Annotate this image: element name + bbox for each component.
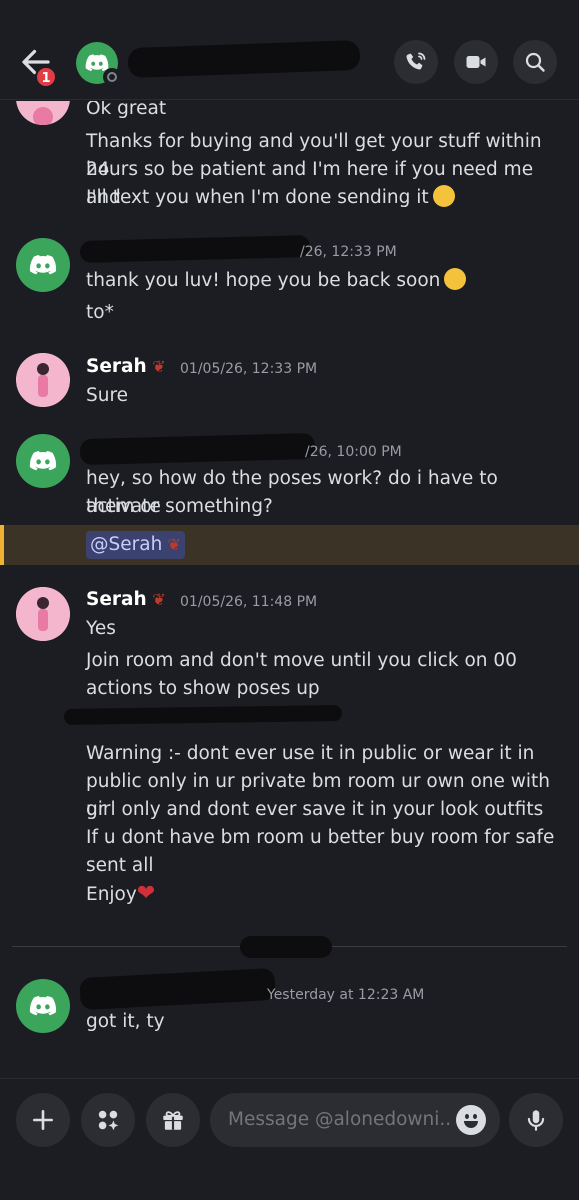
- user-mention[interactable]: @Serah ❦: [86, 531, 185, 559]
- message-composer: [0, 1078, 579, 1200]
- message-line: Enjoy❤: [86, 881, 156, 906]
- discord-logo-icon: [29, 451, 57, 471]
- message-line: Sure: [86, 385, 129, 406]
- search-icon: [525, 52, 545, 72]
- video-icon: [466, 56, 486, 68]
- rose-icon: ❦: [162, 535, 181, 554]
- serah-avatar-image: [16, 101, 70, 125]
- apps-button[interactable]: [81, 1093, 135, 1147]
- message-line: got it, ty: [86, 1011, 165, 1032]
- status-indicator: [103, 68, 121, 86]
- message-line: I'll text you when I'm done sending it: [86, 184, 566, 212]
- call-button[interactable]: [394, 40, 438, 84]
- message-line: them or something?: [86, 496, 273, 517]
- message-timestamp: /26, 12:33 PM: [300, 244, 397, 260]
- add-attachment-button[interactable]: [16, 1093, 70, 1147]
- avatar[interactable]: [16, 979, 70, 1033]
- message-username[interactable]: Serah ❦: [86, 356, 166, 377]
- discord-logo-icon: [29, 255, 57, 275]
- rose-icon: ❦: [146, 590, 166, 609]
- avatar[interactable]: [16, 238, 70, 292]
- message-timestamp: /26, 10:00 PM: [305, 444, 402, 460]
- message-timestamp: 01/05/26, 12:33 PM: [180, 361, 318, 377]
- smile-emoji-icon: [432, 185, 455, 207]
- plus-icon: [33, 1110, 53, 1130]
- message-line: Ok great: [86, 101, 167, 119]
- message-line: sent all: [86, 855, 154, 876]
- redacted-username: [79, 967, 276, 1011]
- avatar[interactable]: [16, 101, 70, 125]
- voice-message-button[interactable]: [509, 1093, 563, 1147]
- discord-logo-icon: [29, 996, 57, 1016]
- message-line: Join room and don't move until you click…: [86, 650, 517, 671]
- redacted-date: [240, 936, 332, 958]
- avatar[interactable]: [16, 587, 70, 641]
- heart-emoji-icon: ❤: [136, 881, 156, 906]
- redacted-username: [127, 39, 361, 79]
- emoji-icon: [464, 1121, 478, 1128]
- emoji-picker-button[interactable]: [456, 1105, 486, 1135]
- notification-badge: 1: [35, 66, 57, 88]
- rose-icon: ❦: [146, 357, 166, 376]
- chat-header: 1: [0, 0, 579, 100]
- message-username[interactable]: Serah ❦: [86, 589, 166, 610]
- gift-icon: [163, 1111, 183, 1130]
- serah-avatar-image: [16, 587, 70, 641]
- redacted-attachment: [63, 705, 343, 725]
- redacted-username: [79, 234, 311, 264]
- message-line: Warning :- dont ever use it in public or…: [86, 743, 535, 764]
- apps-icon: [98, 1110, 119, 1131]
- message-line: to*: [86, 302, 114, 323]
- message-list[interactable]: Ok great Thanks for buying and you'll ge…: [0, 101, 579, 1076]
- serah-avatar-image: [16, 353, 70, 407]
- back-button[interactable]: 1: [18, 44, 60, 88]
- search-button[interactable]: [513, 40, 557, 84]
- message-line: actions to show poses up: [86, 678, 320, 699]
- video-call-button[interactable]: [454, 40, 498, 84]
- message-line: If u dont have bm room u better buy room…: [86, 827, 555, 848]
- call-icon: [406, 52, 426, 70]
- avatar[interactable]: [16, 434, 70, 488]
- message-timestamp: 01/05/26, 11:48 PM: [180, 594, 318, 610]
- message-timestamp: Yesterday at 12:23 AM: [267, 987, 425, 1003]
- message-line: thank you luv! hope you be back soon: [86, 267, 566, 295]
- message-line: Yes: [86, 618, 116, 639]
- gift-button[interactable]: [146, 1093, 200, 1147]
- relieved-emoji-icon: [444, 268, 467, 290]
- message-line: girl only and dont ever save it in your …: [86, 799, 544, 820]
- redacted-username: [79, 432, 316, 466]
- microphone-icon: [527, 1110, 545, 1131]
- avatar[interactable]: [16, 353, 70, 407]
